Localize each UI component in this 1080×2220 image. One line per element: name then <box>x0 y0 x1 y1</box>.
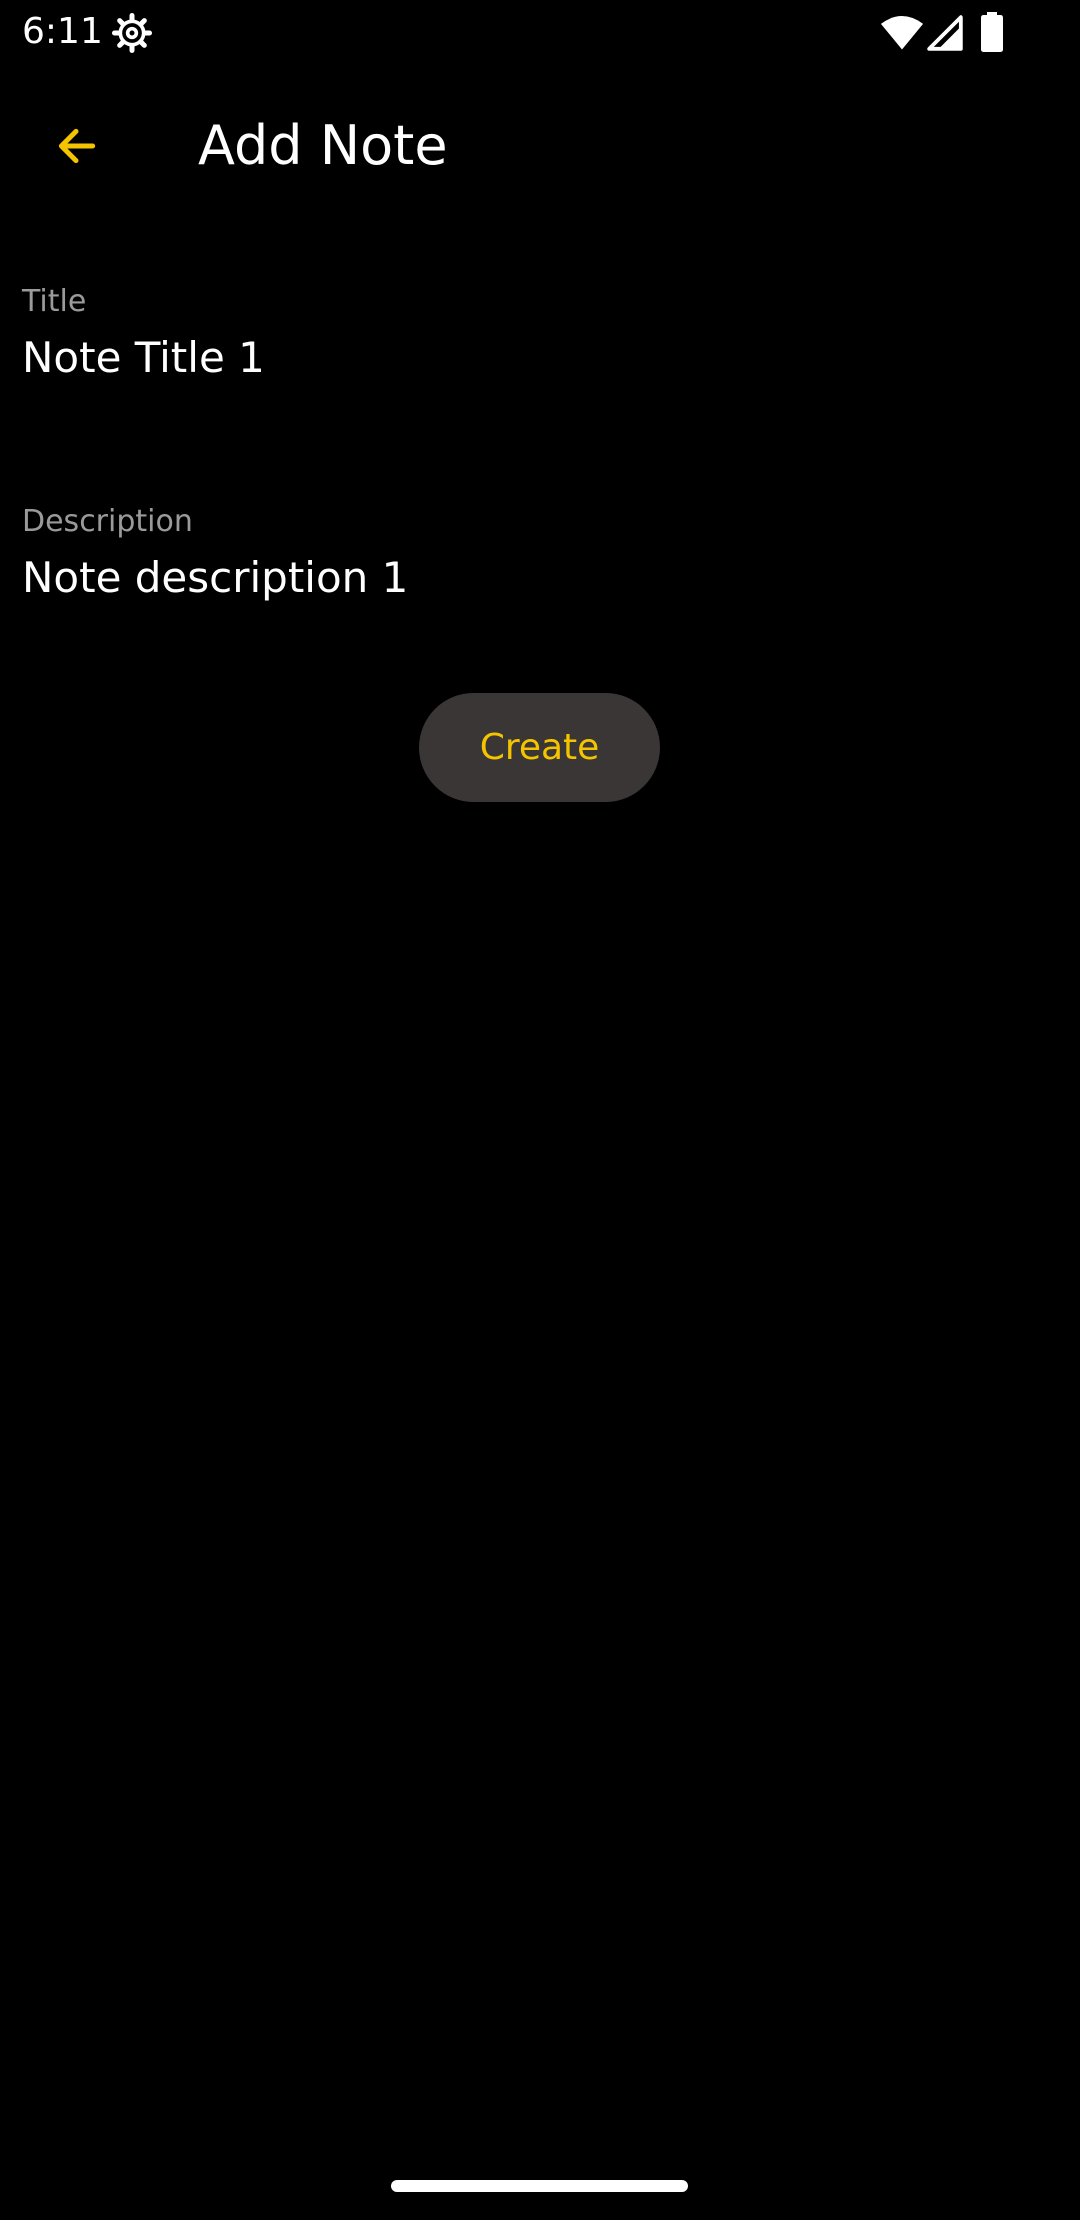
status-time: 6:11 <box>22 11 103 52</box>
gear-icon <box>112 13 152 53</box>
back-button[interactable] <box>36 106 116 186</box>
app-bar: Add Note <box>0 66 1080 222</box>
cell-signal-icon <box>927 15 963 51</box>
create-button[interactable]: Create <box>419 693 660 802</box>
description-input[interactable]: Note description 1 <box>22 550 1052 606</box>
battery-icon <box>981 12 1003 52</box>
title-input[interactable]: Note Title 1 <box>22 330 1052 386</box>
description-field[interactable]: Description Note description 1 <box>0 490 1080 640</box>
page-title: Add Note <box>198 114 448 177</box>
arrow-back-icon <box>58 128 96 164</box>
title-field-label: Title <box>22 284 87 319</box>
status-bar: 6:11 <box>0 0 1080 66</box>
wifi-icon <box>880 16 924 50</box>
title-field[interactable]: Title Note Title 1 <box>0 270 1080 420</box>
description-field-label: Description <box>22 504 193 539</box>
gesture-nav-handle[interactable] <box>391 2180 688 2192</box>
